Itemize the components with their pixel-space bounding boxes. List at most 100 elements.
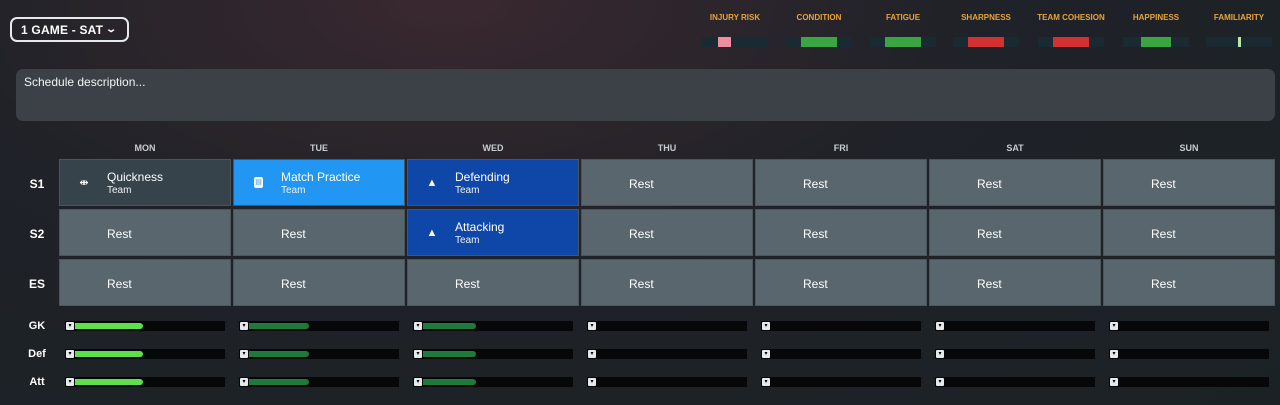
load-bar-fill — [75, 351, 143, 357]
session-cell-es-thu[interactable]: Rest — [581, 259, 753, 306]
metric-label: TEAM COHESION — [1037, 13, 1105, 22]
load-bar: ▾ — [587, 349, 747, 359]
day-header-wed: WED — [482, 143, 504, 153]
session-title: Rest — [803, 227, 828, 241]
session-cell-s2-fri[interactable]: Rest — [755, 209, 927, 256]
session-cell-s1-fri[interactable]: Rest — [755, 159, 927, 206]
day-header-fri: FRI — [833, 143, 849, 153]
pin-icon[interactable]: ▾ — [240, 378, 248, 386]
schedule-description-input[interactable]: Schedule description... — [16, 69, 1275, 121]
session-title: Rest — [1151, 227, 1176, 241]
day-header-thu: THU — [657, 143, 677, 153]
session-title: Rest — [977, 227, 1002, 241]
session-cell-es-mon[interactable]: Rest — [59, 259, 231, 306]
session-cell-s2-thu[interactable]: Rest — [581, 209, 753, 256]
pin-icon[interactable]: ▾ — [414, 378, 422, 386]
metric-label: SHARPNESS — [961, 13, 1011, 22]
pin-icon[interactable]: ▾ — [240, 322, 248, 330]
metric-bar-fill — [885, 37, 921, 47]
pin-icon[interactable]: ▾ — [936, 322, 944, 330]
metric-bar-fill — [1238, 37, 1241, 47]
session-cell-s2-sun[interactable]: Rest — [1103, 209, 1275, 256]
session-cell-s2-wed[interactable]: ▲ Attacking Team — [407, 209, 579, 256]
pin-icon[interactable]: ▾ — [588, 322, 596, 330]
load-bar-fill — [249, 379, 309, 385]
load-bar: ▾ — [935, 377, 1095, 387]
day-header-sat: SAT — [1006, 143, 1024, 153]
session-cell-s1-thu[interactable]: Rest — [581, 159, 753, 206]
session-title: Rest — [281, 277, 306, 291]
session-cell-s1-mon[interactable]: ⇼ Quickness Team — [59, 159, 231, 206]
pin-icon[interactable]: ▾ — [240, 350, 248, 358]
metric-bar-track — [953, 37, 1019, 47]
pin-icon[interactable]: ▾ — [414, 322, 422, 330]
pin-icon[interactable]: ▾ — [66, 322, 74, 330]
session-cell-es-fri[interactable]: Rest — [755, 259, 927, 306]
metric-bar-track — [702, 37, 768, 47]
day-header-mon: MON — [134, 143, 156, 153]
pin-icon[interactable]: ▾ — [414, 350, 422, 358]
pin-icon[interactable]: ▾ — [66, 378, 74, 386]
metric-familiarity: FAMILIARITY — [1197, 13, 1280, 47]
pin-icon[interactable]: ▾ — [762, 322, 770, 330]
load-bar-fill — [423, 379, 476, 385]
session-cell-s1-wed[interactable]: ▲ Defending Team — [407, 159, 579, 206]
load-bar-fill — [75, 323, 143, 329]
session-title: Rest — [803, 277, 828, 291]
session-title: Rest — [107, 227, 132, 241]
session-row-label: S1 — [29, 177, 45, 191]
training-cone-icon: ▲ — [426, 227, 438, 239]
metric-bar-track — [1206, 37, 1272, 47]
metric-bar-fill — [1053, 37, 1089, 47]
metric-bar-fill — [801, 37, 837, 47]
session-title: Rest — [1151, 277, 1176, 291]
pin-icon[interactable]: ▾ — [1110, 350, 1118, 358]
pin-icon[interactable]: ▾ — [1110, 322, 1118, 330]
schedule-selector-dropdown[interactable]: 1 GAME - SAT ⌄ — [10, 17, 129, 42]
session-title: Rest — [107, 277, 132, 291]
session-cell-es-sun[interactable]: Rest — [1103, 259, 1275, 306]
session-subtitle: Team — [455, 185, 480, 196]
match-practice-icon: ▤ — [254, 177, 263, 188]
session-cell-es-wed[interactable]: Rest — [407, 259, 579, 306]
schedule-selector-label: 1 GAME - SAT — [21, 22, 104, 37]
pin-icon[interactable]: ▾ — [762, 350, 770, 358]
session-cell-s2-mon[interactable]: Rest — [59, 209, 231, 256]
load-bar: ▾ — [935, 321, 1095, 331]
pin-icon[interactable]: ▾ — [936, 350, 944, 358]
session-cell-s1-sun[interactable]: Rest — [1103, 159, 1275, 206]
load-bar: ▾ — [587, 377, 747, 387]
session-cell-s2-tue[interactable]: Rest — [233, 209, 405, 256]
session-cell-es-sat[interactable]: Rest — [929, 259, 1101, 306]
metric-bar-track — [870, 37, 936, 47]
load-bar-fill — [249, 323, 309, 329]
load-bar: ▾ — [587, 321, 747, 331]
metric-team-cohesion: TEAM COHESION — [1029, 13, 1113, 47]
session-title: Rest — [803, 177, 828, 191]
session-cell-s1-sat[interactable]: Rest — [929, 159, 1101, 206]
session-cell-s2-sat[interactable]: Rest — [929, 209, 1101, 256]
metric-injury-risk: INJURY RISK — [693, 13, 777, 47]
metric-label: CONDITION — [796, 13, 842, 22]
training-cone-icon: ▲ — [426, 177, 438, 189]
load-bar: ▾ — [239, 377, 399, 387]
pin-icon[interactable]: ▾ — [762, 378, 770, 386]
metric-fatigue: FATIGUE — [861, 13, 945, 47]
load-bar: ▾ — [65, 349, 225, 359]
pin-icon[interactable]: ▾ — [588, 378, 596, 386]
quickness-icon: ⇼ — [79, 177, 89, 189]
metric-sharpness: SHARPNESS — [944, 13, 1028, 47]
load-bar: ▾ — [65, 377, 225, 387]
load-bar-fill — [75, 379, 143, 385]
session-subtitle: Team — [107, 185, 132, 196]
session-title: Rest — [455, 277, 480, 291]
pin-icon[interactable]: ▾ — [588, 350, 596, 358]
pin-icon[interactable]: ▾ — [936, 378, 944, 386]
pin-icon[interactable]: ▾ — [1110, 378, 1118, 386]
pin-icon[interactable]: ▾ — [66, 350, 74, 358]
session-title: Rest — [1151, 177, 1176, 191]
load-group-label: Att — [29, 376, 45, 388]
schedule-description-placeholder: Schedule description... — [24, 75, 146, 89]
session-cell-s1-tue[interactable]: ▤ Match Practice Team — [233, 159, 405, 206]
session-cell-es-tue[interactable]: Rest — [233, 259, 405, 306]
